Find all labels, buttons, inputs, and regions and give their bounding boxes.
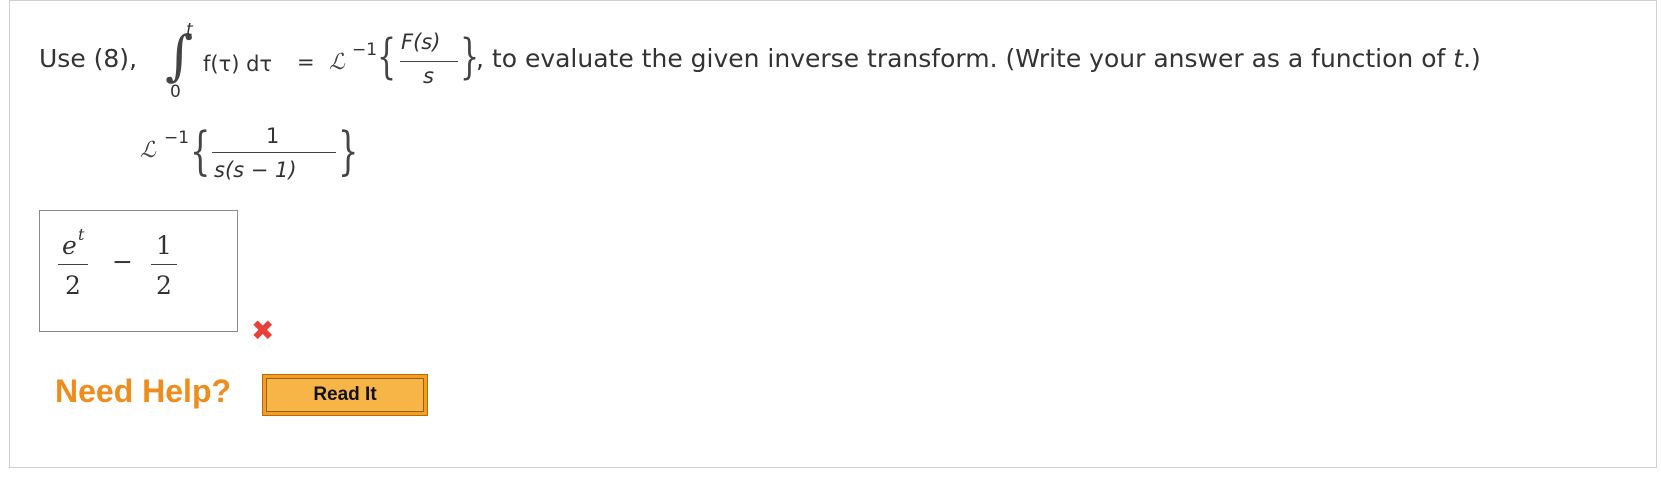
answer-term1-denominator: 2 bbox=[65, 271, 81, 300]
answer-term2-bar bbox=[151, 264, 177, 265]
answer-term1-exponent: t bbox=[78, 225, 85, 244]
fraction-numerator: F(s) bbox=[401, 30, 441, 54]
integrand: f(τ) dτ bbox=[203, 52, 273, 76]
problem-fraction-bar bbox=[212, 152, 336, 153]
question-suffix: , to evaluate the given inverse transfor… bbox=[476, 44, 1454, 73]
problem-denominator: s(s − 1) bbox=[214, 158, 297, 182]
laplace-inverse-symbol: ℒ bbox=[329, 50, 345, 75]
integral-upper-limit: t bbox=[186, 20, 193, 40]
incorrect-icon: ✖ bbox=[251, 314, 275, 347]
problem-inverse-superscript: −1 bbox=[164, 128, 190, 148]
equals-sign: = bbox=[297, 50, 315, 74]
answer-minus: − bbox=[112, 247, 133, 276]
fraction-denominator: s bbox=[423, 64, 434, 88]
read-it-label: Read It bbox=[266, 378, 424, 412]
inverse-superscript: −1 bbox=[352, 40, 378, 60]
fraction-bar bbox=[400, 61, 458, 62]
answer-term2-numerator: 1 bbox=[156, 231, 172, 260]
answer-term1-numerator: e bbox=[62, 231, 77, 260]
question-close: .) bbox=[1463, 44, 1481, 73]
problem-left-brace: { bbox=[190, 120, 211, 182]
problem-numerator: 1 bbox=[266, 124, 280, 148]
answer-term2-denominator: 2 bbox=[156, 271, 172, 300]
integral-lower-limit: 0 bbox=[170, 82, 181, 102]
question-variable-t: t bbox=[1453, 44, 1464, 73]
answer-term1-bar bbox=[58, 264, 88, 265]
read-it-button[interactable]: Read It bbox=[262, 374, 428, 416]
left-brace: { bbox=[377, 29, 397, 86]
need-help-label: Need Help? bbox=[55, 373, 232, 409]
problem-right-brace: } bbox=[338, 120, 359, 182]
question-prefix: Use (8), bbox=[39, 44, 138, 73]
answer-input[interactable]: e t 2 − 1 2 bbox=[39, 210, 238, 332]
question-suffix-line: , to evaluate the given inverse transfor… bbox=[476, 44, 1481, 73]
problem-laplace-symbol: ℒ bbox=[140, 138, 156, 163]
